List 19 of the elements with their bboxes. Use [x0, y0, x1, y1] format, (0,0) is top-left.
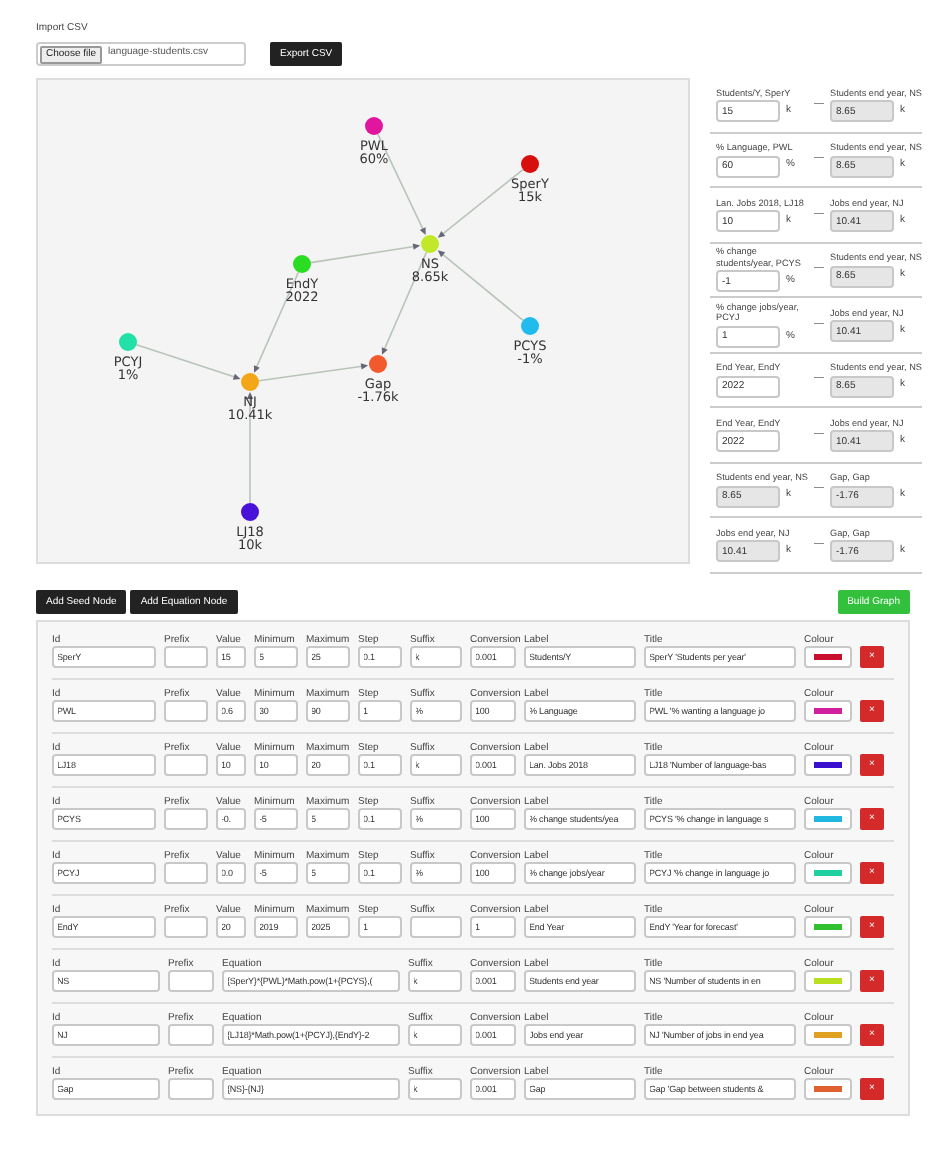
text-input[interactable] [164, 645, 208, 667]
text-input[interactable] [168, 1023, 214, 1045]
text-input[interactable] [168, 969, 214, 991]
text-input[interactable] [164, 699, 208, 721]
color-picker[interactable] [804, 861, 852, 883]
color-picker[interactable] [804, 1077, 852, 1099]
color-picker[interactable] [804, 699, 852, 721]
color-picker[interactable] [804, 645, 852, 667]
text-input[interactable] [164, 861, 208, 883]
color-picker[interactable] [804, 915, 852, 937]
color-picker[interactable] [804, 753, 852, 775]
color-picker[interactable] [804, 969, 852, 991]
text-input[interactable] [168, 1077, 214, 1099]
text-input[interactable] [164, 915, 208, 937]
text-input[interactable] [410, 915, 462, 937]
text-input[interactable] [164, 753, 208, 775]
text-input[interactable] [164, 807, 208, 829]
color-picker[interactable] [804, 1023, 852, 1045]
color-picker[interactable] [804, 807, 852, 829]
